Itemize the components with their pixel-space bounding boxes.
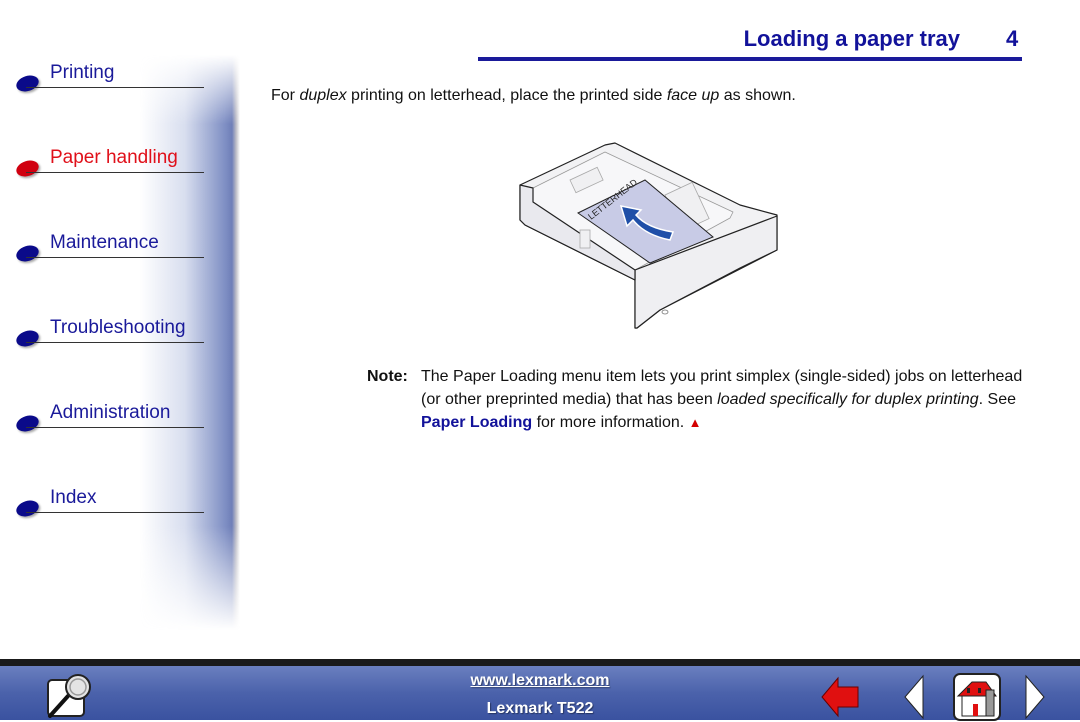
sidebar-item-maintenance[interactable]: Maintenance xyxy=(14,226,204,266)
intro-paragraph: For duplex printing on letterhead, place… xyxy=(271,87,796,105)
sidebar-item-troubleshooting[interactable]: Troubleshooting xyxy=(14,311,204,351)
header-rule xyxy=(478,57,1022,61)
paper-tray-illustration: LETTERHEAD xyxy=(519,142,778,329)
sidebar-item-label: Maintenance xyxy=(50,232,159,253)
note-label: Note: xyxy=(367,368,408,385)
intro-text: printing on letterhead, place the printe… xyxy=(346,87,667,104)
back-button[interactable] xyxy=(820,674,862,720)
paper-loading-link[interactable]: Paper Loading xyxy=(421,414,532,431)
nav-underline xyxy=(26,342,204,343)
page-title: Loading a paper tray xyxy=(743,26,960,51)
sidebar-item-administration[interactable]: Administration xyxy=(14,396,204,436)
intro-emphasis: face up xyxy=(666,87,720,104)
note-text: for more information. xyxy=(532,414,689,431)
sidebar-item-index[interactable]: Index xyxy=(14,481,204,521)
intro-text: For xyxy=(271,87,300,104)
sidebar-item-printing[interactable]: Printing xyxy=(14,56,204,96)
sidebar-item-paper-handling[interactable]: Paper handling xyxy=(14,141,204,181)
sidebar-item-label: Printing xyxy=(50,62,115,83)
sidebar-item-label: Administration xyxy=(50,402,171,423)
note-text: . See xyxy=(978,391,1017,408)
bullet-icon xyxy=(14,72,41,95)
next-page-button[interactable] xyxy=(1024,674,1046,720)
previous-page-icon xyxy=(904,674,924,720)
nav-underline xyxy=(26,87,204,88)
intro-text: as shown. xyxy=(719,87,796,104)
bullet-icon xyxy=(14,497,41,520)
intro-emphasis: duplex xyxy=(299,87,347,104)
home-icon xyxy=(953,673,1001,721)
note-block: Note: The Paper Loading menu item lets y… xyxy=(367,365,1027,434)
sidebar-item-label: Paper handling xyxy=(50,147,178,168)
sidebar-item-label: Index xyxy=(50,487,97,508)
bullet-icon xyxy=(14,412,41,435)
end-of-topic-icon: ▲ xyxy=(688,415,702,430)
footer-bar: www.lexmark.com Lexmark T522 xyxy=(0,659,1080,722)
bullet-icon xyxy=(14,157,41,180)
nav-underline xyxy=(26,427,204,428)
bullet-icon xyxy=(14,327,41,350)
home-button[interactable] xyxy=(952,672,1002,722)
nav-underline xyxy=(26,172,204,173)
note-emphasis: loaded specifically for duplex printing xyxy=(717,391,979,408)
nav-underline xyxy=(26,257,204,258)
note-body: The Paper Loading menu item lets you pri… xyxy=(421,365,1027,434)
sidebar-item-label: Troubleshooting xyxy=(50,317,186,338)
nav-underline xyxy=(26,512,204,513)
back-arrow-icon xyxy=(821,676,859,718)
next-page-icon xyxy=(1025,674,1045,720)
bullet-icon xyxy=(14,242,41,265)
page-number: 4 xyxy=(1006,26,1019,51)
previous-page-button[interactable] xyxy=(903,674,925,720)
